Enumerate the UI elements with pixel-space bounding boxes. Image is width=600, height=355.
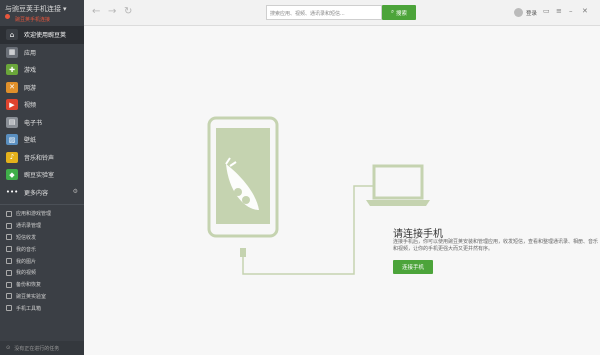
book-icon: ▤ [6, 116, 18, 128]
tool-item-label: 应用和游戏管理 [16, 211, 52, 218]
sidebar-item-label: 网游 [24, 84, 37, 92]
search-input[interactable]: 搜索应用、视频、通讯录和短信... [266, 5, 382, 20]
wrench-icon[interactable]: ⚙ [73, 188, 78, 195]
status-dot-icon [5, 14, 10, 19]
sidebar-item-9[interactable]: ••• 更多内容 ⚙ [0, 184, 84, 202]
lab-icon: ◆ [6, 169, 18, 181]
tool-icon [6, 269, 12, 276]
sidebar-item-label: 欢迎使用豌豆荚 [24, 32, 67, 40]
tool-item-2[interactable]: 短信收发 [0, 232, 84, 244]
sidebar-item-0[interactable]: ⌂ 欢迎使用豌豆荚 [0, 26, 84, 44]
tool-item-8[interactable]: 手机工具箱 [0, 302, 84, 314]
task-status-label: 没有正在进行的任务 [14, 345, 60, 352]
tool-item-7[interactable]: 豌豆荚实验室 [0, 291, 84, 303]
tool-item-label: 我的音乐 [16, 246, 37, 253]
search-button[interactable]: ⌕ 搜索 [382, 5, 416, 20]
device-subtitle: 豌豆荚手机连接 [15, 17, 51, 23]
refresh-icon[interactable]: ↻ [124, 7, 132, 17]
sidebar: 与豌豆荚手机连接 ▾ 豌豆荚手机连接 ⌂ 欢迎使用豌豆荚 ▦ 应用 ✚ 游戏 ✕ 网游 ▶ 视频 ▤… [0, 0, 84, 355]
tool-item-label: 豌豆荚实验室 [16, 293, 47, 300]
connect-title: 请连接手机 [393, 229, 443, 240]
image-icon: ▨ [6, 134, 18, 146]
connect-phone-button[interactable]: 连接手机 [393, 260, 433, 274]
sidebar-item-1[interactable]: ▦ 应用 [0, 44, 84, 62]
search-button-label: 搜索 [396, 10, 408, 17]
connect-description: 连接手机后，你可以使用豌豆荚安装和管理应用，收发短信，查看和整理通讯录、相册、音… [393, 239, 599, 252]
tool-item-6[interactable]: 备份和恢复 [0, 279, 84, 291]
tool-item-label: 手机工具箱 [16, 305, 42, 312]
home-icon: ⌂ [6, 29, 18, 41]
tool-icon [6, 222, 12, 229]
tool-icon [6, 234, 12, 241]
sidebar-item-label: 游戏 [24, 67, 37, 75]
login-button[interactable]: 登录 [514, 8, 537, 17]
sidebar-item-label: 音乐和铃声 [24, 154, 55, 162]
tool-item-label: 我的图片 [16, 258, 37, 265]
sidebar-item-label: 应用 [24, 49, 37, 57]
sidebar-item-6[interactable]: ▨ 壁纸 [0, 131, 84, 149]
crossed-swords-icon: ✕ [6, 81, 18, 93]
tool-icon [6, 210, 12, 217]
tool-item-label: 短信收发 [16, 234, 37, 241]
sidebar-item-label: 更多内容 [24, 189, 49, 197]
tool-icon [6, 305, 12, 312]
avatar-icon [514, 8, 523, 17]
play-icon: ▶ [6, 99, 18, 111]
device-title[interactable]: 与豌豆荚手机连接 ▾ [5, 4, 79, 14]
device-header[interactable]: 与豌豆荚手机连接 ▾ 豌豆荚手机连接 [0, 0, 84, 26]
sidebar-item-2[interactable]: ✚ 游戏 [0, 61, 84, 79]
sidebar-item-8[interactable]: ◆ 豌豆实验室 [0, 166, 84, 184]
search-icon: ⌕ [390, 9, 395, 15]
sidebar-item-label: 视频 [24, 102, 37, 110]
sidebar-item-5[interactable]: ▤ 电子书 [0, 114, 84, 132]
tool-item-5[interactable]: 我的视频 [0, 267, 84, 279]
tool-item-label: 备份和恢复 [16, 282, 42, 289]
login-label: 登录 [526, 10, 538, 17]
tool-nav: 应用和游戏管理 通讯录管理短信收发我的音乐我的图片我的视频备份和恢复豌豆荚实验室手… [0, 208, 84, 314]
tool-icon [6, 246, 12, 253]
tool-item-1[interactable]: 通讯录管理 [0, 220, 84, 232]
tool-icon [6, 258, 12, 265]
close-icon[interactable]: ✕ [582, 7, 588, 15]
tool-item-label: 通讯录管理 [16, 223, 42, 230]
task-icon: ⊙ [6, 345, 11, 351]
sidebar-item-label: 电子书 [24, 119, 43, 127]
sidebar-item-label: 豌豆实验室 [24, 172, 55, 180]
sidebar-item-4[interactable]: ▶ 视频 [0, 96, 84, 114]
message-icon[interactable]: ▭ [543, 7, 550, 15]
connect-phone-illustration [207, 116, 430, 275]
sidebar-item-3[interactable]: ✕ 网游 [0, 79, 84, 97]
tool-item-0[interactable]: 应用和游戏管理 [0, 208, 84, 220]
main-nav: ⌂ 欢迎使用豌豆荚 ▦ 应用 ✚ 游戏 ✕ 网游 ▶ 视频 ▤ 电子书 ▨ 壁纸 ♪ 音乐和铃声 ◆ 豌豆实验室 •… [0, 26, 84, 201]
tool-item-3[interactable]: 我的音乐 [0, 243, 84, 255]
sidebar-divider [0, 204, 84, 205]
sidebar-item-label: 壁纸 [24, 137, 37, 145]
tool-icon [6, 281, 12, 288]
forward-arrow-icon[interactable]: → [108, 7, 116, 17]
task-status-bar[interactable]: ⊙ 没有正在进行的任务 [0, 341, 84, 355]
menu-icon[interactable]: ≡ [556, 7, 562, 15]
tool-item-4[interactable]: 我的图片 [0, 255, 84, 267]
tool-icon [6, 293, 12, 300]
chevron-down-icon: ▾ [63, 5, 67, 13]
tool-item-label: 我的视频 [16, 270, 37, 277]
music-icon: ♪ [6, 151, 18, 163]
minimize-icon[interactable]: – [569, 7, 573, 15]
back-arrow-icon[interactable]: ← [92, 7, 100, 17]
more-dots-icon: ••• [5, 186, 19, 198]
top-bar: ← → ↻ 搜索应用、视频、通讯录和短信... ⌕ 搜索 登录 ▭ ≡ – ✕ [84, 0, 600, 26]
gamepad-icon: ✚ [6, 64, 18, 76]
sidebar-item-7[interactable]: ♪ 音乐和铃声 [0, 149, 84, 167]
main-content: 请连接手机 连接手机后，你可以使用豌豆荚安装和管理应用，收发短信，查看和整理通讯… [84, 26, 600, 355]
apps-icon: ▦ [6, 46, 18, 58]
device-title-label: 与豌豆荚手机连接 [5, 5, 61, 13]
